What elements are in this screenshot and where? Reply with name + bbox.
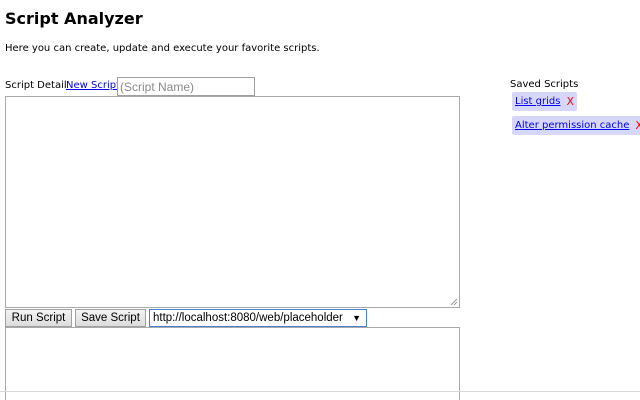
save-script-button[interactable]: Save Script bbox=[75, 309, 146, 327]
saved-scripts-list: List grids X Alter permission cache X bbox=[512, 92, 640, 140]
script-analyzer-page: Script Analyzer Here you can create, upd… bbox=[0, 0, 640, 400]
chevron-down-icon: ▼ bbox=[352, 313, 361, 323]
page-description: Here you can create, update and execute … bbox=[5, 43, 320, 54]
saved-script-link[interactable]: Alter permission cache bbox=[515, 120, 629, 131]
saved-script-link[interactable]: List grids bbox=[515, 96, 560, 107]
endpoint-url-select[interactable]: http://localhost:8080/web/placeholder ▼ bbox=[149, 309, 367, 327]
saved-scripts-heading: Saved Scripts bbox=[510, 79, 579, 90]
saved-script-item: List grids X bbox=[512, 92, 578, 111]
saved-script-item: Alter permission cache X bbox=[512, 116, 640, 135]
run-script-button[interactable]: Run Script bbox=[5, 309, 72, 327]
script-editor[interactable] bbox=[5, 96, 460, 308]
page-bottom-divider bbox=[0, 391, 640, 392]
page-title: Script Analyzer bbox=[5, 9, 143, 28]
delete-script-icon[interactable]: X bbox=[635, 119, 640, 132]
script-name-input[interactable] bbox=[117, 77, 255, 96]
delete-script-icon[interactable]: X bbox=[566, 95, 574, 108]
resize-grip-icon[interactable] bbox=[450, 298, 458, 306]
endpoint-url-value: http://localhost:8080/web/placeholder bbox=[153, 312, 343, 324]
new-script-link[interactable]: New Script bbox=[66, 79, 120, 93]
script-detail-label: Script Detail bbox=[5, 80, 67, 91]
script-output[interactable] bbox=[5, 327, 460, 400]
